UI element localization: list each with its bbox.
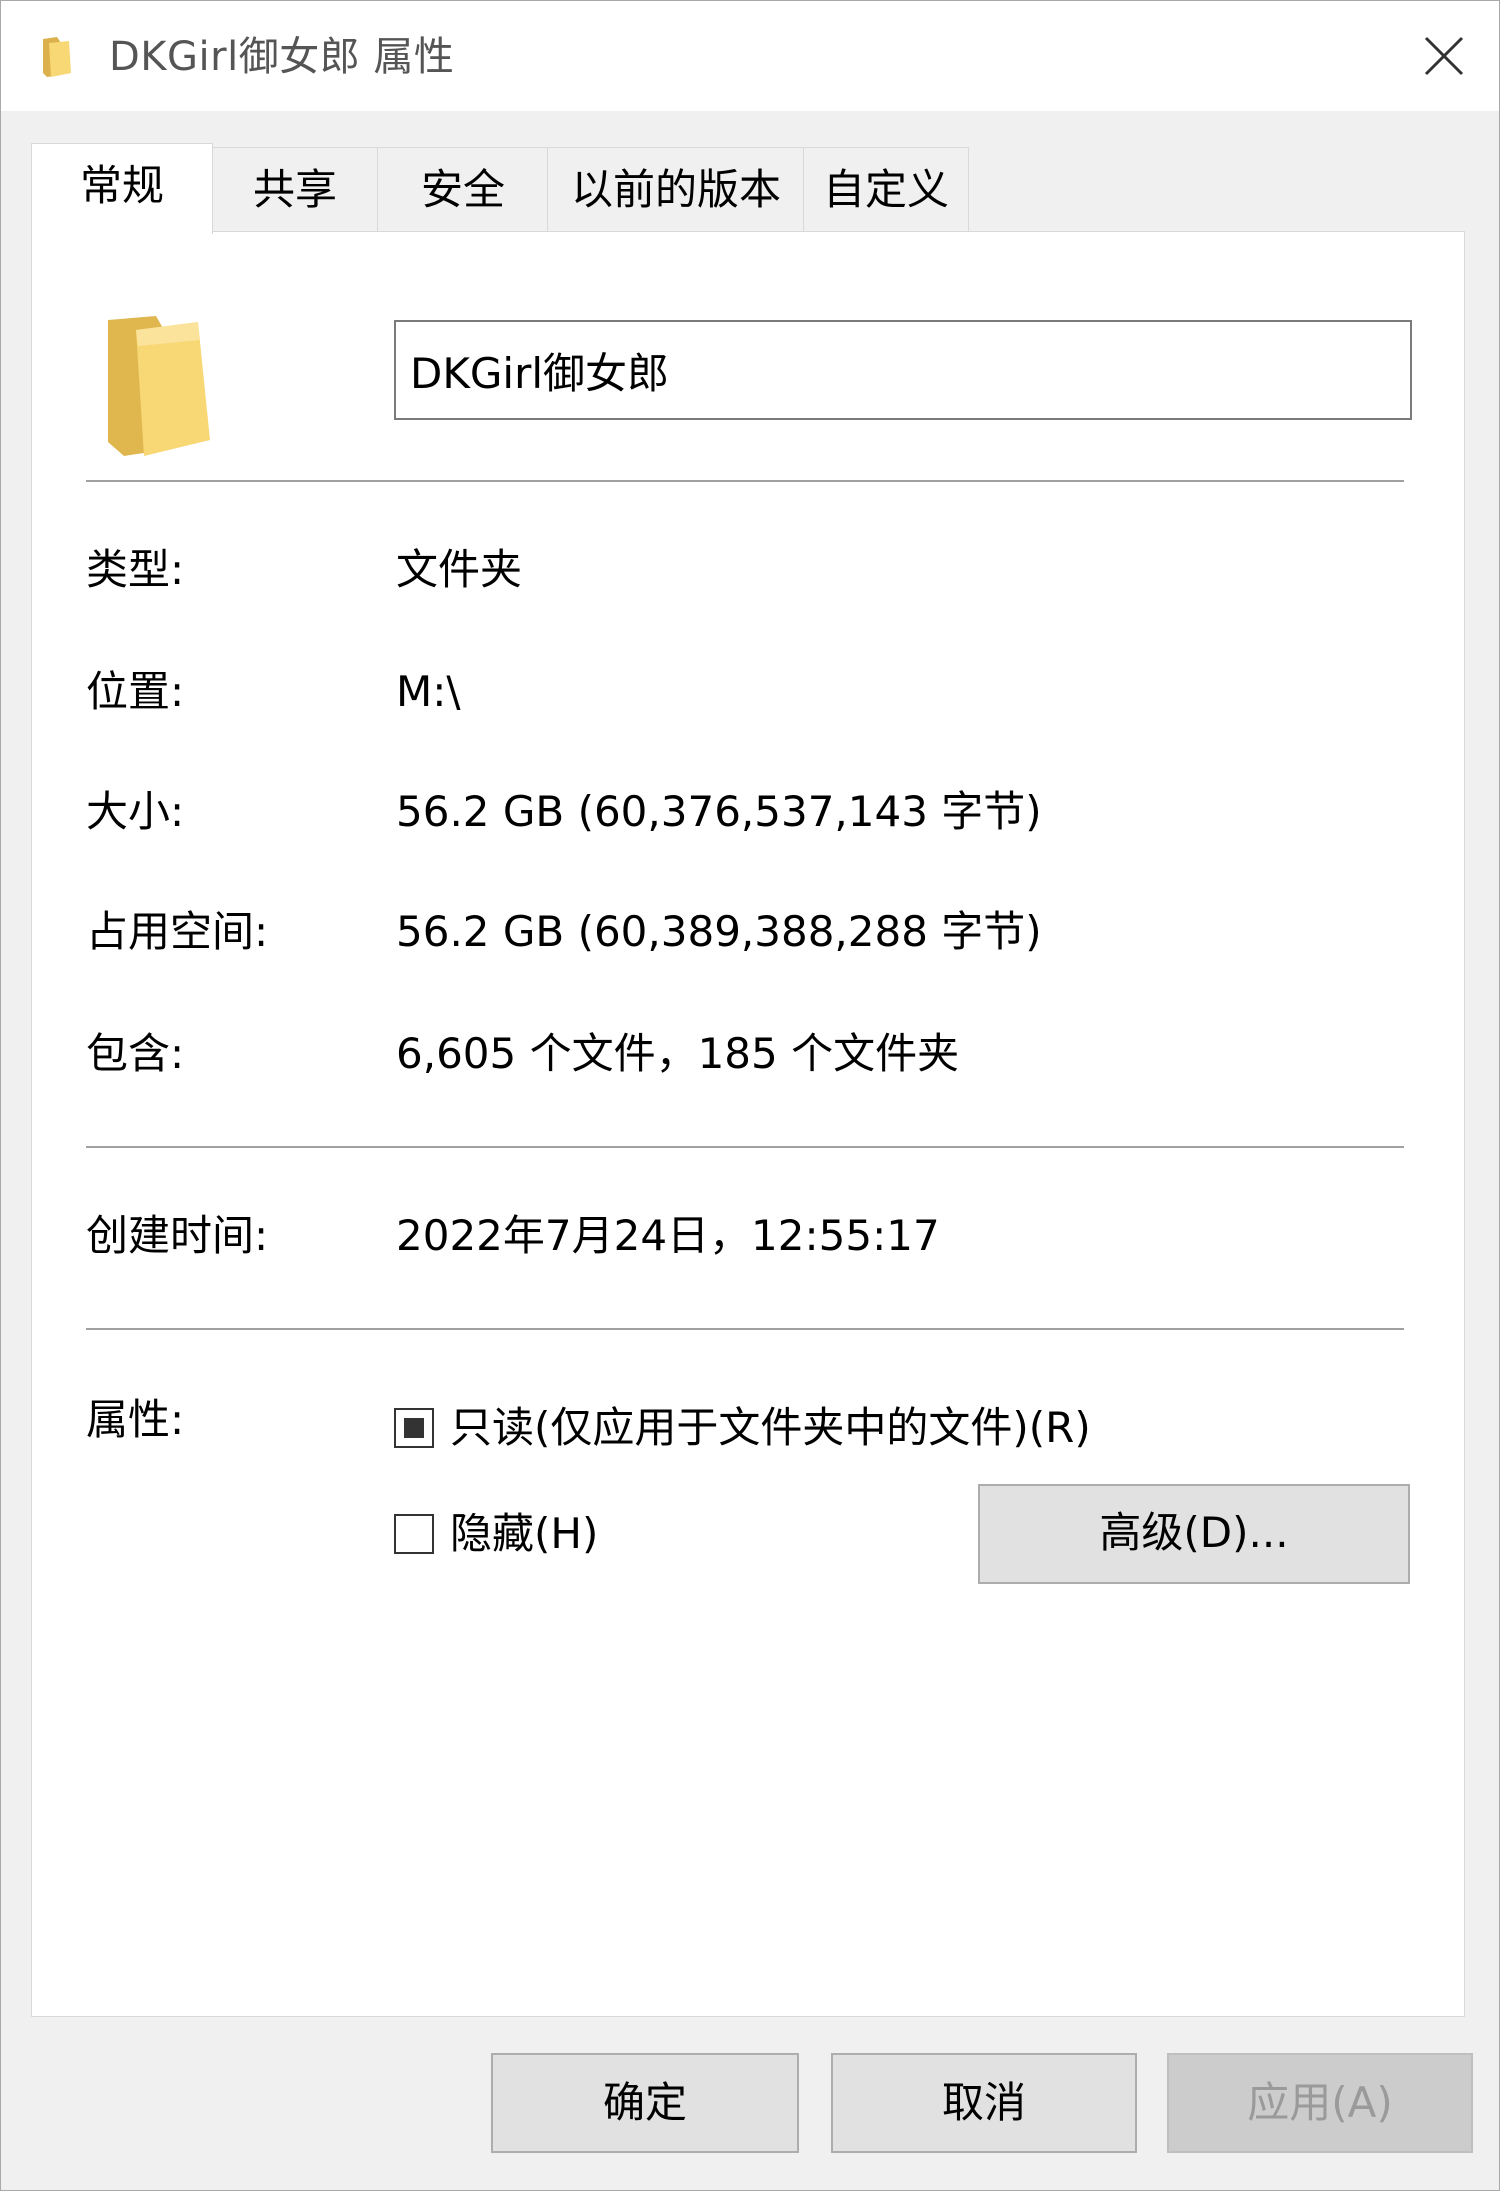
divider xyxy=(86,1328,1404,1330)
tab-sharing[interactable]: 共享 xyxy=(211,147,379,232)
readonly-checkbox[interactable] xyxy=(394,1408,434,1448)
contains-label: 包含: xyxy=(86,1029,185,1078)
type-label: 类型: xyxy=(86,545,185,594)
close-button[interactable] xyxy=(1409,23,1479,89)
tab-general[interactable]: 常规 xyxy=(31,143,213,234)
properties-window: DKGirl御女郎 属性 常规 共享 安全 以前的版本 自定义 类型: 文件夹 … xyxy=(0,0,1500,2191)
hidden-checkbox[interactable] xyxy=(394,1514,434,1554)
size-value: 56.2 GB (60,376,537,143 字节) xyxy=(396,787,1042,836)
location-label: 位置: xyxy=(86,667,185,716)
folder-name-input[interactable] xyxy=(394,320,1412,420)
attributes-label: 属性: xyxy=(86,1395,185,1444)
created-label: 创建时间: xyxy=(86,1211,269,1260)
window-title: DKGirl御女郎 属性 xyxy=(109,34,455,80)
folder-icon xyxy=(43,37,71,77)
general-panel: 类型: 文件夹 位置: M:\ 大小: 56.2 GB (60,376,537,… xyxy=(31,231,1465,2017)
cancel-button[interactable]: 取消 xyxy=(831,2053,1137,2153)
location-value: M:\ xyxy=(396,667,461,716)
size-on-disk-value: 56.2 GB (60,389,388,288 字节) xyxy=(396,907,1042,956)
folder-icon xyxy=(108,316,210,456)
close-icon xyxy=(1424,36,1464,76)
advanced-button[interactable]: 高级(D)... xyxy=(978,1484,1410,1584)
readonly-label[interactable]: 只读(仅应用于文件夹中的文件)(R) xyxy=(450,1400,1091,1456)
size-on-disk-label: 占用空间: xyxy=(86,907,269,956)
tab-customize[interactable]: 自定义 xyxy=(803,147,969,232)
title-bar[interactable]: DKGirl御女郎 属性 xyxy=(1,1,1499,111)
tab-security[interactable]: 安全 xyxy=(377,147,549,232)
size-label: 大小: xyxy=(86,787,185,836)
tab-previous-versions[interactable]: 以前的版本 xyxy=(547,147,805,232)
hidden-label[interactable]: 隐藏(H) xyxy=(450,1506,598,1562)
indeterminate-mark xyxy=(404,1418,424,1438)
divider xyxy=(86,1146,1404,1148)
created-value: 2022年7月24日，12:55:17 xyxy=(396,1211,940,1260)
divider xyxy=(86,480,1404,482)
type-value: 文件夹 xyxy=(396,545,523,594)
apply-button[interactable]: 应用(A) xyxy=(1167,2053,1473,2153)
ok-button[interactable]: 确定 xyxy=(491,2053,799,2153)
contains-value: 6,605 个文件，185 个文件夹 xyxy=(396,1029,960,1078)
